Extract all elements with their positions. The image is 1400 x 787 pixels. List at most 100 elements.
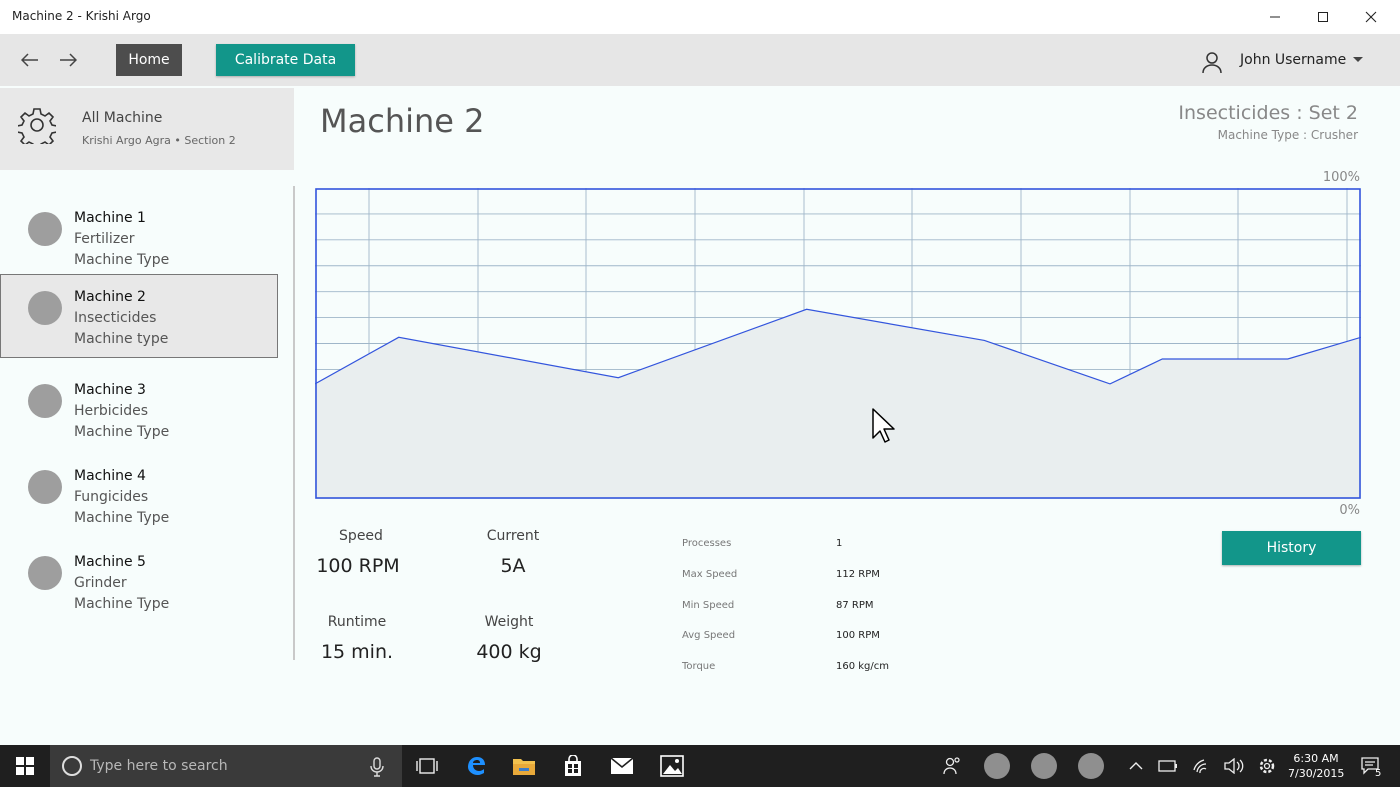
sidebar-item-machine-2[interactable]: Machine 2 Insecticides Machine type — [0, 274, 278, 358]
arrow-right-icon — [60, 53, 77, 67]
notification-count: 5 — [1375, 768, 1381, 776]
file-explorer-button[interactable] — [511, 754, 537, 778]
current-value: 5A — [500, 555, 526, 577]
history-button[interactable]: History — [1222, 531, 1361, 565]
edge-icon — [468, 757, 485, 775]
folder-icon — [513, 759, 535, 775]
chart-area — [315, 309, 1361, 499]
title-bar: Machine 2 - Krishi Argo — [0, 0, 1400, 34]
sidebar-item-machine-1[interactable]: Machine 1 Fertilizer Machine Type — [0, 192, 278, 276]
set-title: Insecticides : Set 2 — [1178, 102, 1358, 124]
store-button[interactable] — [560, 754, 586, 778]
avg-speed-value: 100 RPM — [836, 630, 880, 641]
machine-category: Insecticides — [74, 310, 157, 326]
minimize-button[interactable] — [1252, 0, 1298, 34]
tray-app-1[interactable] — [984, 753, 1010, 779]
user-name[interactable]: John Username — [1240, 52, 1346, 68]
speed-label: Speed — [339, 528, 383, 544]
window-title: Machine 2 - Krishi Argo — [12, 9, 151, 23]
maximize-icon — [1318, 12, 1328, 22]
tray-app-3[interactable] — [1078, 753, 1104, 779]
machine-status-dot — [28, 212, 62, 246]
machine-status-dot — [28, 470, 62, 504]
volume-button[interactable] — [1221, 754, 1247, 778]
photos-icon — [660, 755, 684, 777]
gear-icon — [1259, 758, 1275, 774]
machine-status-dot — [28, 291, 62, 325]
photos-button[interactable] — [659, 754, 685, 778]
user-icon[interactable] — [1200, 50, 1224, 74]
network-button[interactable] — [1189, 754, 1215, 778]
machine-category: Fungicides — [74, 489, 149, 505]
battery-icon — [1158, 760, 1177, 772]
settings-tray-button[interactable] — [1254, 754, 1280, 778]
machine-name: Machine 2 — [74, 289, 146, 305]
machine-type: Machine Type — [74, 596, 170, 612]
people-icon — [943, 757, 960, 775]
chart-min-label: 0% — [1339, 503, 1360, 518]
mouse-cursor-icon — [872, 408, 895, 443]
sidebar-item-machine-5[interactable]: Machine 5 Grinder Machine Type — [0, 536, 278, 620]
speed-chart — [315, 188, 1361, 499]
machine-type-label: Machine Type : Crusher — [1217, 128, 1358, 142]
battery-button[interactable] — [1155, 754, 1181, 778]
home-button[interactable]: Home — [116, 44, 182, 76]
tray-app-2[interactable] — [1031, 753, 1057, 779]
sidebar-scrollbar[interactable] — [293, 186, 295, 660]
weight-label: Weight — [484, 614, 534, 630]
speed-value: 100 RPM — [316, 555, 400, 577]
weight-value: 400 kg — [476, 641, 542, 663]
machine-type: Machine Type — [74, 424, 170, 440]
all-machine-subtitle: Krishi Argo Agra • Section 2 — [82, 134, 236, 147]
machine-name: Machine 1 — [74, 210, 146, 226]
calibrate-data-button[interactable]: Calibrate Data — [216, 44, 355, 76]
task-view-button[interactable] — [414, 754, 440, 778]
max-speed-label: Max Speed — [682, 569, 738, 580]
runtime-value: 15 min. — [320, 641, 394, 663]
people-button[interactable] — [939, 754, 965, 778]
machine-type: Machine Type — [74, 252, 170, 268]
min-speed-label: Min Speed — [682, 600, 735, 611]
taskbar-search-box[interactable]: Type here to search — [50, 745, 402, 787]
min-speed-value: 87 RPM — [836, 600, 874, 611]
close-icon — [1365, 11, 1377, 23]
sidebar-item-machine-4[interactable]: Machine 4 Fungicides Machine Type — [0, 450, 278, 534]
maximize-button[interactable] — [1300, 0, 1346, 34]
processes-value: 1 — [836, 538, 843, 549]
close-button[interactable] — [1348, 0, 1394, 34]
search-placeholder: Type here to search — [90, 758, 228, 774]
notification-icon: 5 — [1361, 757, 1381, 776]
cortana-icon — [62, 756, 82, 776]
machine-status-dot — [28, 384, 62, 418]
clock[interactable]: 6:30 AM 7/30/2015 — [1288, 751, 1344, 781]
clock-date: 7/30/2015 — [1288, 767, 1345, 780]
chevron-up-icon — [1129, 762, 1143, 770]
machine-category: Grinder — [74, 575, 127, 591]
mail-button[interactable] — [609, 754, 635, 778]
action-center-button[interactable]: 5 — [1358, 754, 1384, 778]
machine-name: Machine 4 — [74, 468, 146, 484]
clock-time: 6:30 AM — [1293, 752, 1339, 765]
minimize-icon — [1270, 16, 1280, 18]
chevron-down-icon[interactable] — [1352, 56, 1364, 64]
wifi-icon — [1193, 759, 1207, 774]
start-button[interactable] — [0, 745, 50, 787]
sidebar-item-machine-3[interactable]: Machine 3 Herbicides Machine Type — [0, 364, 278, 448]
windows-logo-icon — [16, 757, 34, 775]
machine-category: Herbicides — [74, 403, 149, 419]
chart-max-label: 100% — [1322, 170, 1360, 185]
volume-icon — [1224, 758, 1244, 774]
microphone-icon[interactable] — [370, 757, 384, 777]
torque-label: Torque — [682, 661, 716, 672]
machine-category: Fertilizer — [74, 231, 135, 247]
processes-label: Processes — [682, 538, 732, 549]
gear-icon — [18, 108, 56, 144]
edge-browser-button[interactable] — [463, 754, 489, 778]
page-title: Machine 2 — [320, 102, 485, 140]
back-button[interactable] — [16, 46, 44, 74]
toolbar: Home Calibrate Data John Username — [0, 34, 1400, 86]
all-machine-header[interactable]: All Machine Krishi Argo Agra • Section 2 — [0, 88, 294, 170]
forward-button[interactable] — [54, 46, 82, 74]
machine-name: Machine 5 — [74, 554, 146, 570]
show-hidden-icons-button[interactable] — [1123, 754, 1149, 778]
